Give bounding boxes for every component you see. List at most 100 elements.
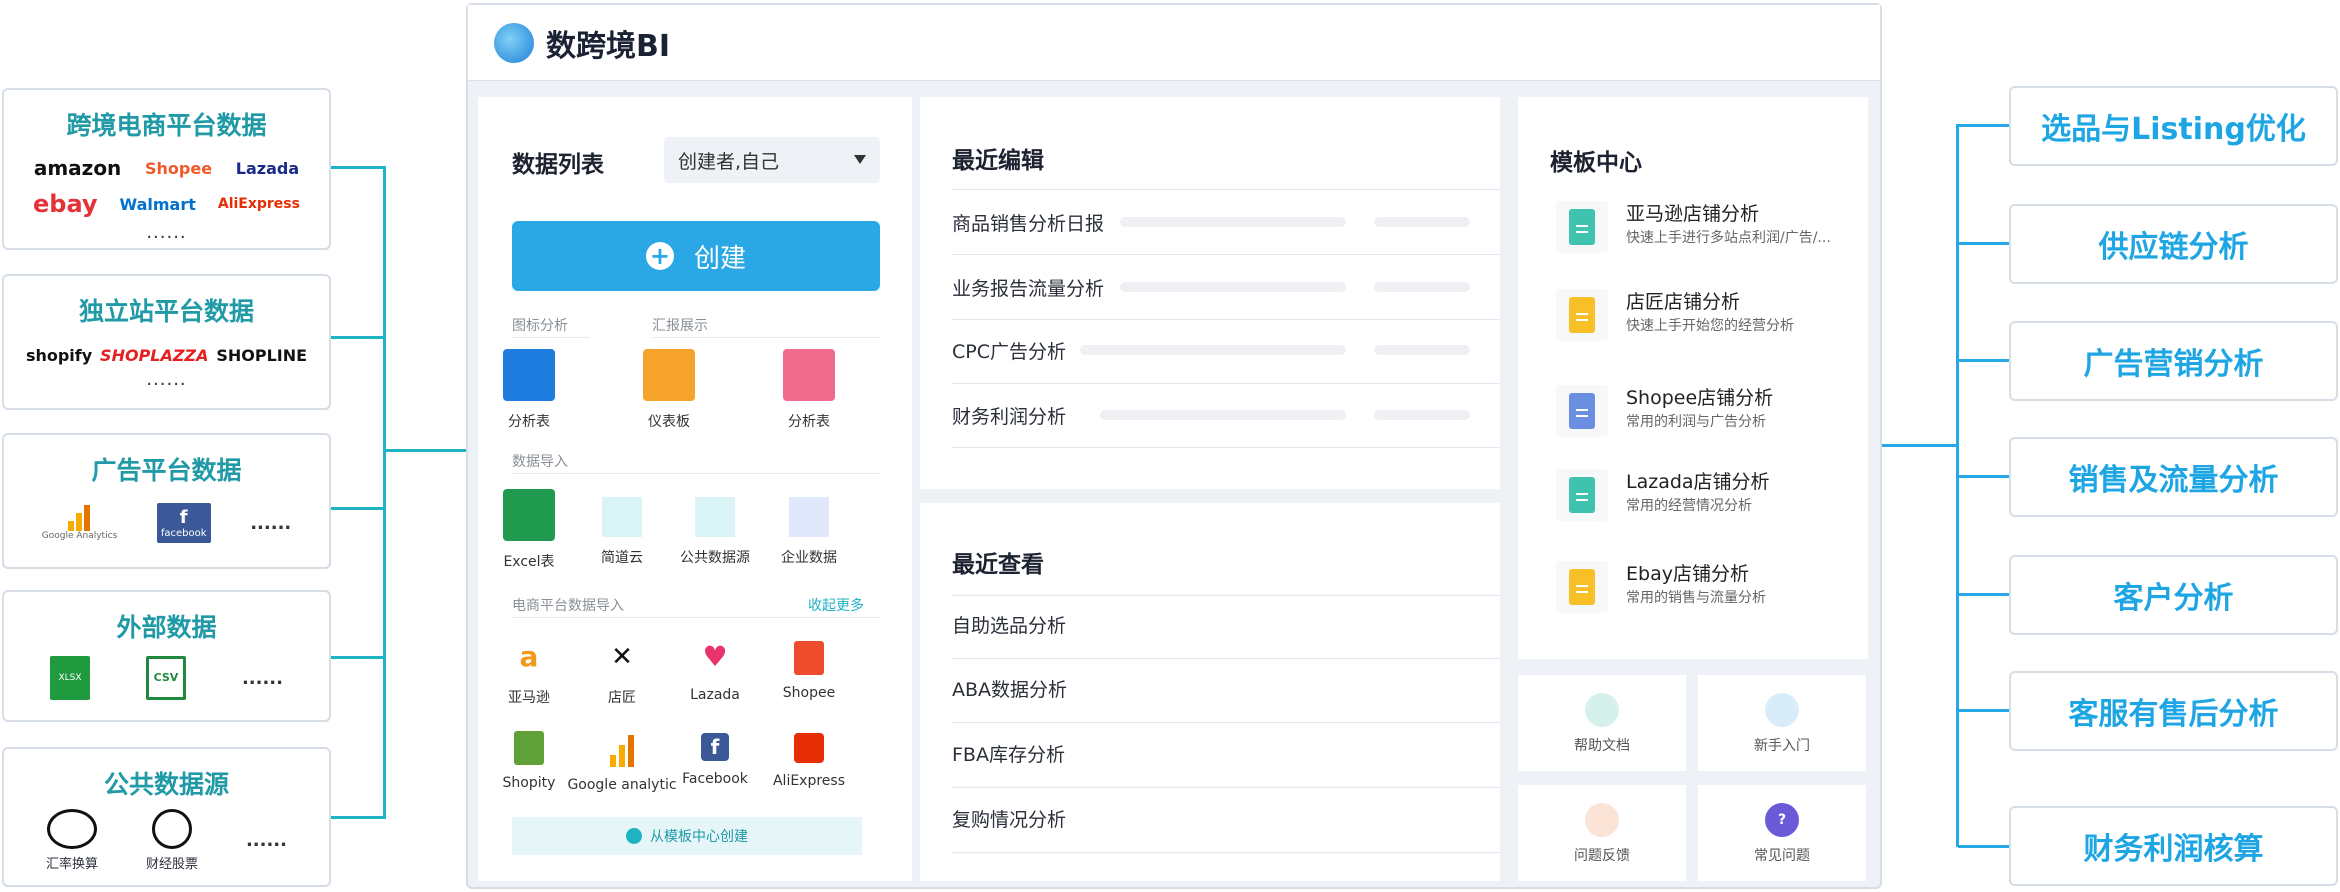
csv-file-icon: CSV: [145, 656, 186, 700]
source-card-external: 外部数据 XLSX CSV ......: [2, 590, 331, 722]
tile-dashboard[interactable]: 仪表板: [614, 349, 724, 431]
template-name: 亚马逊店铺分析: [1626, 203, 1760, 225]
monitor-icon: [1765, 693, 1799, 727]
tile-shopee[interactable]: Shopee: [754, 637, 864, 701]
recent-view-title: 最近查看: [952, 552, 1044, 578]
connector: [1882, 444, 1958, 447]
more-dots: ......: [146, 222, 187, 243]
tile-analysis-table[interactable]: 分析表: [474, 349, 584, 431]
recent-edit-item[interactable]: 业务报告流量分析: [952, 274, 1104, 301]
recent-edit-item[interactable]: CPC广告分析: [952, 337, 1066, 364]
source-title: 外部数据: [116, 613, 217, 642]
caret-down-icon: [854, 155, 866, 164]
recent-edit-item[interactable]: 商品销售分析日报: [952, 209, 1104, 236]
facebook-icon: f: [701, 733, 729, 761]
amazon-logo: amazon: [33, 156, 122, 180]
shopee-icon: [794, 641, 824, 675]
lazada-icon: ♥: [702, 640, 728, 673]
template-name: Shopee店铺分析: [1626, 387, 1774, 409]
recent-view-item[interactable]: FBA库存分析: [952, 740, 1065, 767]
shoplazza-logo: SHOPLAZZA: [100, 346, 209, 365]
arrow-right-icon: [626, 828, 642, 844]
brand-name: 数跨境BI: [546, 28, 671, 64]
document-icon: [1569, 393, 1595, 429]
connector: [1956, 124, 1959, 847]
create-from-template-button[interactable]: 从模板中心创建: [512, 817, 862, 855]
plus-icon: +: [645, 242, 674, 270]
template-item-shopee[interactable]: Shopee店铺分析 常用的利润与广告分析: [1556, 381, 1846, 443]
getting-started-card[interactable]: 新手入门: [1698, 675, 1866, 771]
recent-view-item[interactable]: ABA数据分析: [952, 675, 1067, 702]
more-dots: ......: [245, 830, 287, 851]
tile-analysis-table-2[interactable]: 分析表: [754, 349, 864, 431]
enterprise-data-icon: [789, 497, 829, 537]
tile-aliexpress[interactable]: AliExpress: [754, 727, 864, 789]
connector: [331, 166, 383, 169]
template-name: Lazada店铺分析: [1626, 471, 1770, 493]
source-title: 公共数据源: [103, 770, 229, 799]
source-card-public: 公共数据源 汇率换算 财经股票 ......: [2, 747, 331, 887]
template-item-shoplazza[interactable]: 店匠店铺分析 快速上手开始您的经营分析: [1556, 285, 1846, 347]
connector: [1958, 242, 2009, 245]
template-center-title: 模板中心: [1550, 150, 1642, 176]
document-icon: [1569, 477, 1595, 513]
source-title: 广告平台数据: [91, 456, 242, 485]
document-icon: [1569, 297, 1595, 333]
recent-view-panel: 最近查看 自助选品分析 ABA数据分析 FBA库存分析 复购情况分析: [920, 503, 1500, 881]
create-button[interactable]: + 创建: [512, 221, 880, 291]
template-desc: 常用的经营情况分析: [1626, 498, 1752, 514]
template-desc: 快速上手开始您的经营分析: [1626, 318, 1794, 334]
template-item-amazon[interactable]: 亚马逊店铺分析 快速上手进行多站点利润/广告/...: [1556, 197, 1846, 259]
xlsx-file-icon: XLSX: [49, 656, 90, 700]
template-name: Ebay店铺分析: [1626, 563, 1749, 585]
stock-chart-icon: 财经股票: [146, 809, 198, 872]
shopify-icon: [514, 731, 544, 765]
feedback-card[interactable]: 问题反馈: [1518, 785, 1686, 881]
category-ad-marketing: 广告营销分析: [2009, 321, 2338, 401]
category-supply-chain: 供应链分析: [2009, 204, 2338, 284]
tile-enterprise-data[interactable]: 企业数据: [754, 489, 864, 567]
app-window: 数跨境BI 数据列表 创建者,自己 + 创建 图标分析 汇报展示 分析表 仪表板…: [466, 3, 1882, 889]
aliexpress-icon: [794, 733, 824, 763]
amazon-icon: a: [519, 640, 539, 673]
connector: [1958, 593, 2009, 596]
report-table-icon: [783, 349, 835, 401]
faq-card[interactable]: ? 常见问题: [1698, 785, 1866, 881]
section-label-import: 数据导入: [512, 454, 568, 470]
template-desc: 常用的销售与流量分析: [1626, 590, 1766, 606]
template-name: 店匠店铺分析: [1626, 291, 1741, 313]
recent-edit-item[interactable]: 财务利润分析: [952, 402, 1066, 429]
category-after-sales: 客服有售后分析: [2009, 671, 2338, 751]
recent-edit-panel: 最近编辑 商品销售分析日报 业务报告流量分析 CPC广告分析 财务利润分析: [920, 97, 1500, 489]
recent-view-item[interactable]: 自助选品分析: [952, 611, 1066, 638]
excel-icon: [503, 489, 555, 541]
source-title: 跨境电商平台数据: [66, 111, 267, 140]
category-customer: 客户分析: [2009, 555, 2338, 635]
shoplazza-icon: ✕: [611, 642, 633, 672]
connector: [1958, 359, 2009, 362]
creator-filter-select[interactable]: 创建者,自己: [664, 137, 880, 183]
shopline-logo: SHOPLINE: [216, 346, 308, 365]
app-header: 数跨境BI: [468, 5, 1880, 81]
connector: [1958, 709, 2009, 712]
template-item-lazada[interactable]: Lazada店铺分析 常用的经营情况分析: [1556, 465, 1846, 527]
data-list-panel: 数据列表 创建者,自己 + 创建 图标分析 汇报展示 分析表 仪表板 分析表 数…: [478, 97, 912, 881]
template-item-ebay[interactable]: Ebay店铺分析 常用的销售与流量分析: [1556, 557, 1846, 619]
source-title: 独立站平台数据: [78, 297, 254, 326]
source-card-independent: 独立站平台数据 shopify SHOPLAZZA SHOPLINE .....…: [2, 274, 331, 410]
aliexpress-logo: AliExpress: [217, 196, 300, 212]
more-dots: ......: [146, 369, 187, 390]
connector: [386, 449, 466, 452]
help-docs-card[interactable]: 帮助文档: [1518, 675, 1686, 771]
create-label: 创建: [693, 243, 746, 274]
jiandaoyun-icon: [602, 497, 642, 537]
shopify-logo: shopify: [25, 346, 93, 365]
connector: [331, 816, 383, 819]
connector: [1958, 475, 2009, 478]
connector: [331, 656, 383, 659]
template-desc: 常用的利润与广告分析: [1626, 414, 1766, 430]
recent-edit-title: 最近编辑: [952, 148, 1044, 174]
collapse-more-link[interactable]: 收起更多: [808, 595, 864, 615]
question-icon: ?: [1765, 803, 1799, 837]
recent-view-item[interactable]: 复购情况分析: [952, 805, 1066, 832]
